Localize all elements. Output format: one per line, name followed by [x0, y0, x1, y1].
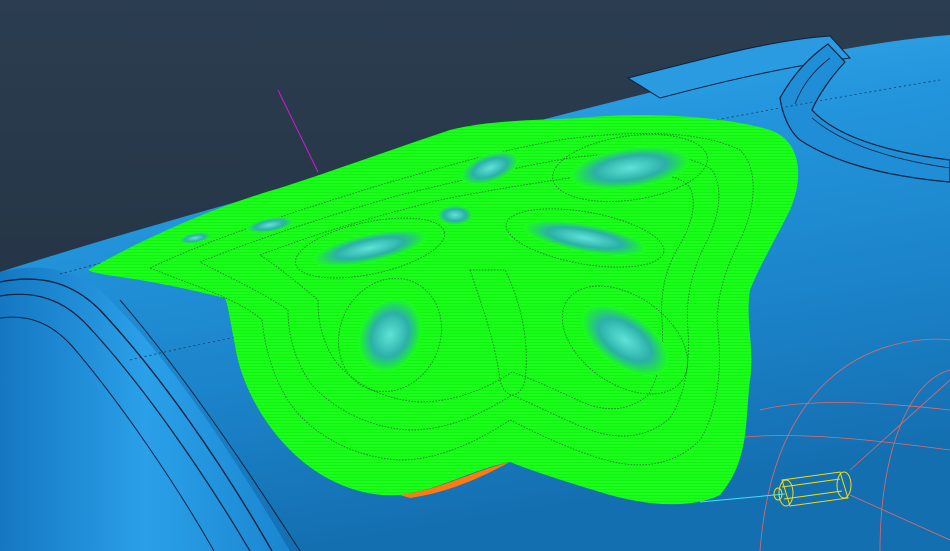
cam-3d-viewport[interactable]	[0, 0, 950, 551]
scene-canvas[interactable]	[0, 0, 950, 551]
pocket-body-center	[437, 205, 473, 225]
